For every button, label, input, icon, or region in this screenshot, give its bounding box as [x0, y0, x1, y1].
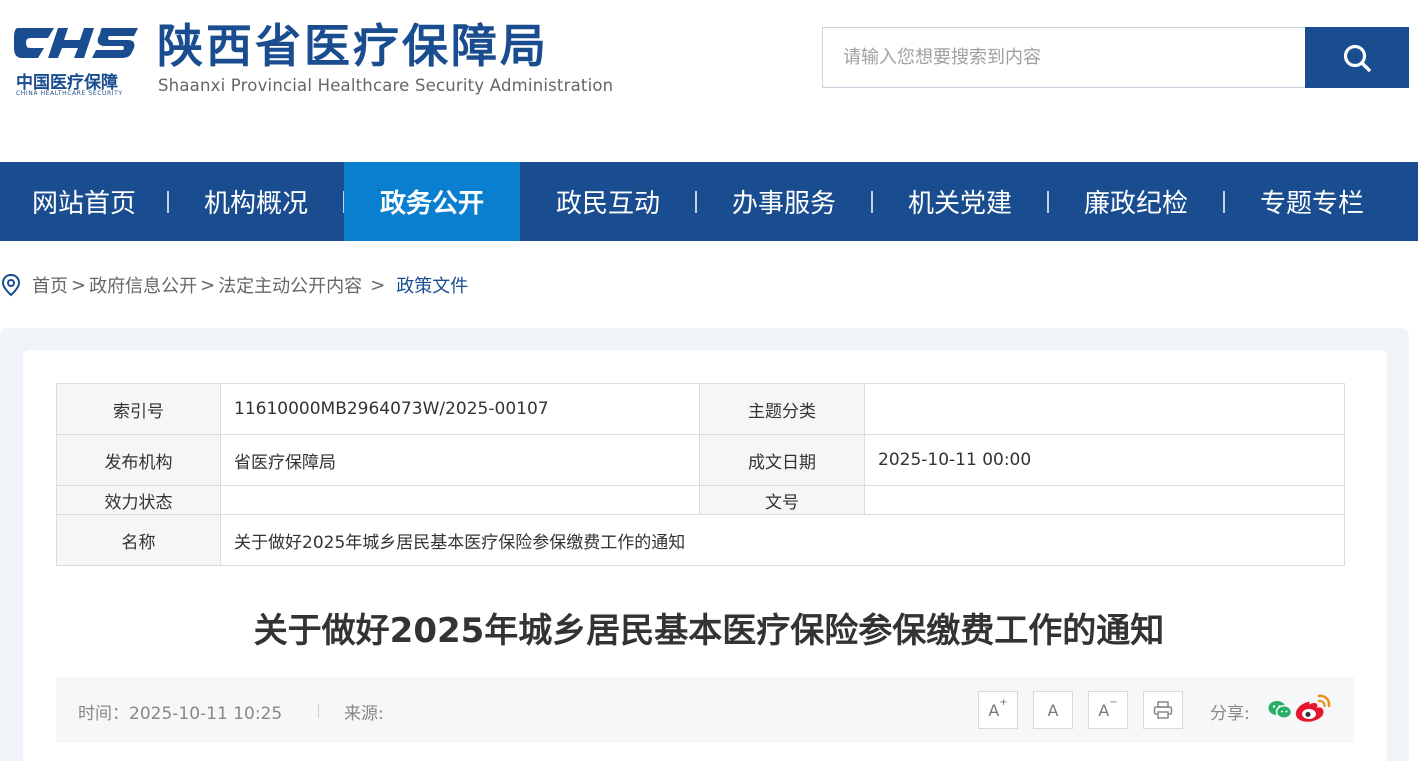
search-input[interactable]: [823, 28, 1305, 87]
font-normal-button[interactable]: A: [1033, 691, 1073, 729]
breadcrumb-statutory[interactable]: 法定主动公开内容: [218, 272, 362, 298]
share-label: 分享:: [1210, 704, 1250, 724]
breadcrumb-home[interactable]: 首页: [32, 272, 68, 298]
publish-time: 时间：2025-10-11 10:25: [78, 704, 283, 724]
site-title-cn: 陕西省医疗保障局: [157, 19, 549, 73]
chs-logo-icon: [14, 28, 138, 58]
status-value: [220, 485, 700, 515]
search-button[interactable]: [1305, 27, 1409, 88]
font-normal-label: A: [1047, 700, 1059, 720]
breadcrumb-separator: >: [370, 274, 386, 296]
issuer-value: 省医疗保障局: [220, 434, 700, 486]
date-label: 成文日期: [699, 434, 865, 486]
name-label: 名称: [56, 514, 221, 566]
index-label: 索引号: [56, 383, 221, 435]
logo-en-text: CHINA HEALTHCARE SECURITY: [16, 90, 123, 97]
nav-item-label: 办事服务: [731, 189, 836, 219]
breadcrumb-separator: >: [71, 274, 87, 296]
font-increase-label: A: [988, 700, 1000, 720]
docno-label: 文号: [699, 485, 865, 515]
nav-item-label: 机关党建: [907, 189, 1012, 219]
topic-label: 主题分类: [699, 383, 865, 435]
nav-item-services[interactable]: 办事服务: [696, 162, 873, 241]
article-info-bar: 时间：2025-10-11 10:25 来源: A + A A − 分享:: [56, 677, 1354, 743]
plus-mark: +: [999, 696, 1008, 708]
nav-item-label: 政民互动: [555, 189, 660, 219]
document-meta-table: 索引号 11610000MB2964073W/2025-00107 主题分类 发…: [56, 383, 1345, 566]
table-row: 发布机构 省医疗保障局 成文日期 2025-10-11 00:00: [56, 434, 1345, 486]
main-nav: 网站首页 机构概况 政务公开 政民互动 办事服务 机关党建 廉政纪检 专题专栏: [0, 162, 1418, 241]
site-title-en: Shaanxi Provincial Healthcare Security A…: [158, 76, 614, 95]
nav-item-home[interactable]: 网站首页: [0, 162, 169, 241]
nav-item-gov-affairs[interactable]: 政务公开: [344, 162, 520, 241]
nav-item-label: 机构概况: [203, 189, 308, 219]
status-label: 效力状态: [56, 485, 221, 515]
name-value: 关于做好2025年城乡居民基本医疗保险参保缴费工作的通知: [220, 514, 1345, 566]
docno-value: [864, 485, 1345, 515]
printer-icon: [1153, 701, 1173, 719]
breadcrumb: 首页 > 政府信息公开 > 法定主动公开内容 > 政策文件: [0, 270, 468, 300]
search-icon: [1343, 44, 1371, 72]
breadcrumb-separator: >: [200, 274, 216, 296]
location-pin-icon: [1, 273, 21, 297]
search-box: [822, 27, 1409, 88]
breadcrumb-current[interactable]: 政策文件: [396, 272, 468, 298]
nav-item-label: 专题专栏: [1259, 189, 1364, 219]
article-source: 来源:: [344, 704, 384, 724]
nav-item-label: 政务公开: [379, 189, 484, 219]
minus-mark: −: [1109, 696, 1118, 708]
nav-item-discipline[interactable]: 廉政纪检: [1048, 162, 1225, 241]
nav-item-label: 网站首页: [31, 189, 136, 219]
breadcrumb-gov-info[interactable]: 政府信息公开: [89, 272, 197, 298]
index-value: 11610000MB2964073W/2025-00107: [220, 383, 700, 435]
weibo-share-icon[interactable]: [1294, 692, 1332, 724]
nav-item-label: 廉政纪检: [1083, 189, 1188, 219]
nav-item-interaction[interactable]: 政民互动: [520, 162, 697, 241]
site-header: 中国医疗保障 CHINA HEALTHCARE SECURITY 陕西省医疗保障…: [0, 0, 1418, 162]
nav-item-about[interactable]: 机构概况: [168, 162, 345, 241]
font-decrease-label: A: [1098, 700, 1110, 720]
info-divider: [318, 704, 319, 718]
print-button[interactable]: [1143, 691, 1183, 729]
date-value: 2025-10-11 00:00: [864, 434, 1345, 486]
table-row: 索引号 11610000MB2964073W/2025-00107 主题分类: [56, 383, 1345, 435]
table-row: 效力状态 文号: [56, 485, 1345, 515]
issuer-label: 发布机构: [56, 434, 221, 486]
chs-logo[interactable]: 中国医疗保障 CHINA HEALTHCARE SECURITY: [14, 20, 142, 100]
nav-item-special[interactable]: 专题专栏: [1224, 162, 1400, 241]
article-title: 关于做好2025年城乡居民基本医疗保险参保缴费工作的通知: [253, 611, 1165, 651]
font-increase-button[interactable]: A +: [978, 691, 1018, 729]
topic-value: [864, 383, 1345, 435]
font-decrease-button[interactable]: A −: [1088, 691, 1128, 729]
table-row: 名称 关于做好2025年城乡居民基本医疗保险参保缴费工作的通知: [56, 514, 1345, 566]
wechat-share-icon[interactable]: [1268, 699, 1292, 721]
nav-item-party[interactable]: 机关党建: [872, 162, 1049, 241]
